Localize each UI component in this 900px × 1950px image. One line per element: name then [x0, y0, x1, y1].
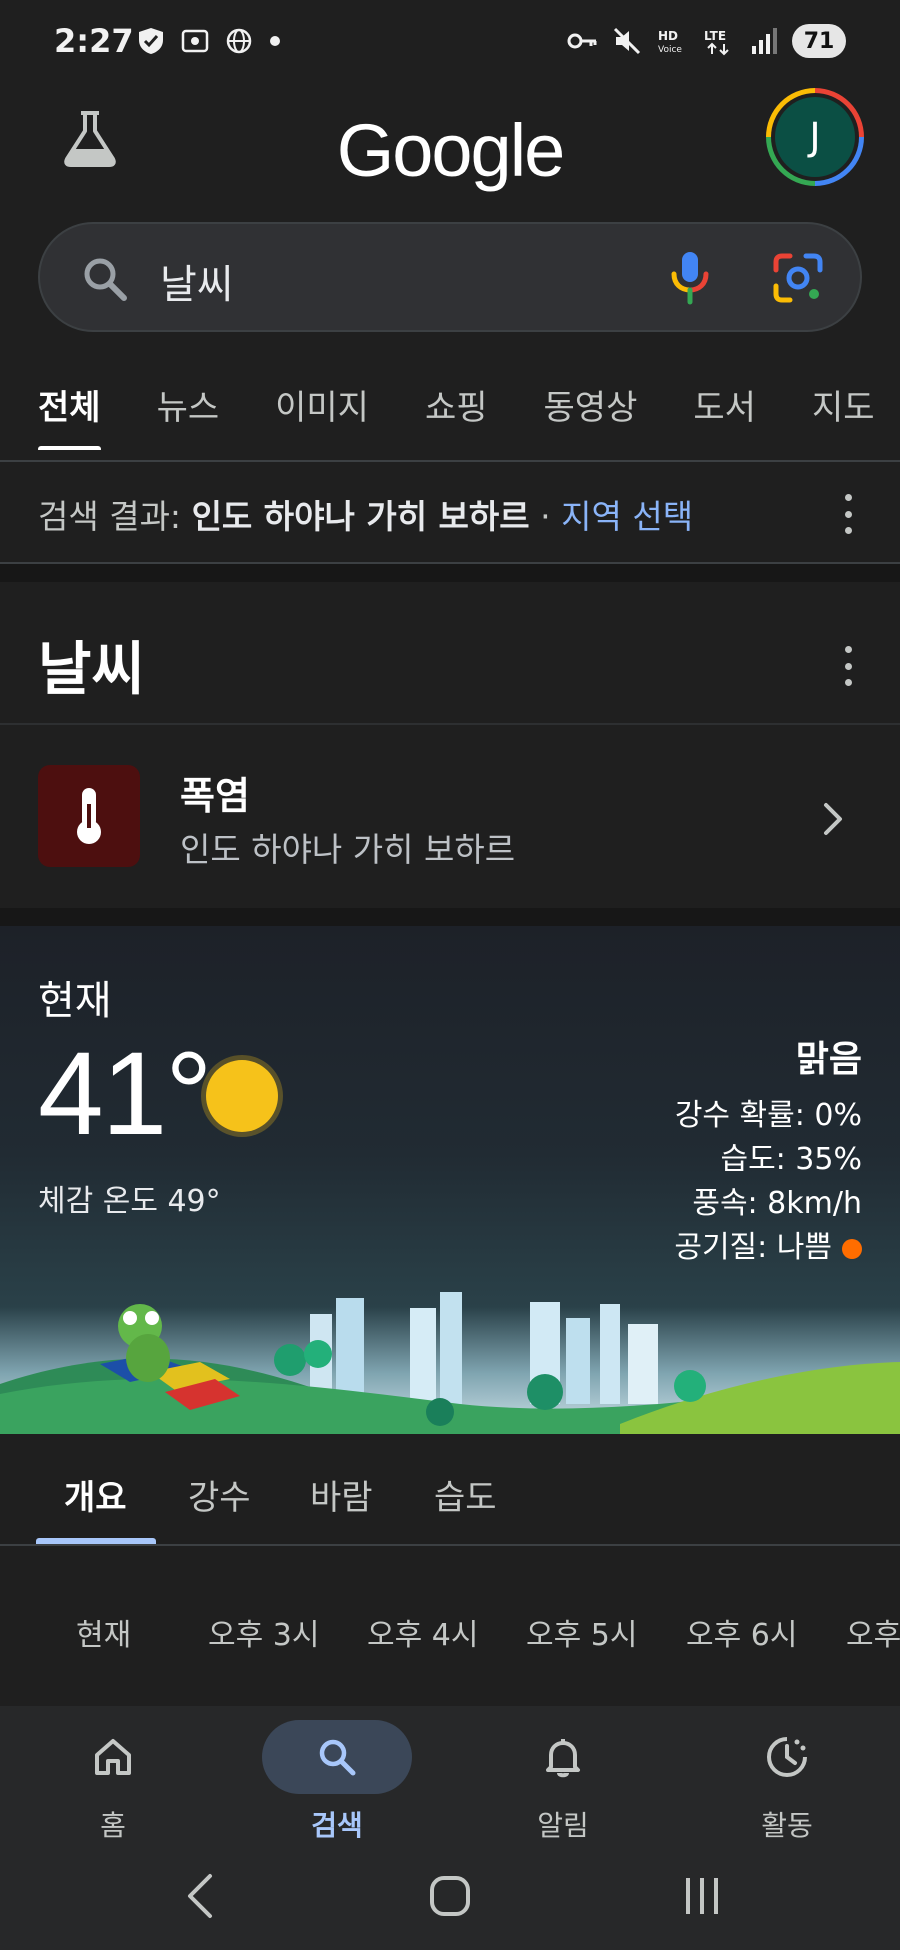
tab-all[interactable]: 전체 [38, 370, 101, 450]
location-separator: · [540, 497, 551, 536]
status-time: 2:27 [54, 22, 134, 60]
hour-label: 오후 4시 [367, 1618, 479, 1653]
nav-search[interactable]: 검색 [262, 1720, 412, 1844]
current-weather-card: 현재 41° 체감 온도 49° 맑음 강수 확률: 0% 습도: 35% 풍속… [0, 926, 900, 1434]
account-avatar-button[interactable]: J [766, 88, 864, 186]
tab-shopping[interactable]: 쇼핑 [425, 370, 488, 450]
nav-home-label: 홈 [100, 1809, 126, 1842]
search-input[interactable]: 날씨 [160, 252, 234, 310]
weather-detail-tabs: 개요 강수 바람 습도 [0, 1434, 900, 1546]
tab-maps[interactable]: 지도 [812, 370, 875, 450]
thermometer-icon [38, 765, 140, 867]
svg-text:Voice: Voice [658, 45, 682, 55]
home-nav-icon[interactable] [428, 1870, 472, 1922]
nav-search-label: 검색 [311, 1809, 363, 1842]
nav-home-pill [38, 1720, 188, 1794]
hour-label: 오후 5시 [526, 1618, 638, 1653]
precipitation-chance: 강수 확률: 0% [674, 1098, 862, 1133]
weather-more-icon[interactable] [843, 646, 853, 686]
svg-text:HD: HD [658, 29, 678, 43]
result-location-row: 검색 결과: 인도 하야나 가히 보하르 · 지역 선택 [0, 462, 900, 562]
lte-icon: LTE [704, 29, 729, 56]
status-bar: 2:27 HD Voice LTE 71 [0, 0, 900, 86]
tab-images[interactable]: 이미지 [275, 370, 369, 450]
screenshot-icon [181, 29, 209, 53]
now-label: 현재 [38, 978, 112, 1024]
air-quality-row: 공기질: 나쁨 [674, 1226, 862, 1270]
battery-indicator: 71 [792, 24, 846, 58]
tab-videos[interactable]: 동영상 [544, 370, 638, 450]
chevron-right-icon [824, 803, 842, 835]
hourly-strip: 현재 오후 3시 오후 4시 오후 5시 오후 6시 오후 [0, 1546, 900, 1706]
hd-voice-icon: HD Voice [658, 29, 682, 55]
tab-books[interactable]: 도서 [693, 370, 756, 450]
status-left-icons [136, 26, 282, 56]
hour-label: 오후 3시 [208, 1618, 320, 1653]
svg-text:LTE: LTE [704, 29, 726, 43]
nav-notifications-label: 알림 [537, 1809, 589, 1842]
back-icon[interactable] [180, 1870, 220, 1922]
nav-search-pill [262, 1720, 412, 1794]
search-tabs: 전체 뉴스 이미지 쇼핑 동영상 도서 지도 [0, 370, 900, 450]
google-lens-icon[interactable] [770, 250, 826, 306]
air-quality: 공기질: 나쁨 [674, 1230, 832, 1265]
key-icon [567, 33, 597, 49]
google-logo: Google [336, 109, 566, 192]
avatar: J [775, 97, 855, 177]
result-location-text: 검색 결과: 인도 하야나 가히 보하르 · 지역 선택 [38, 490, 693, 538]
avatar-ring-inner: J [771, 93, 859, 181]
sunny-icon [206, 1060, 278, 1132]
shield-check-icon [139, 28, 163, 54]
system-navigation [0, 1842, 900, 1950]
nav-activity-pill [712, 1720, 862, 1794]
activity-icon [767, 1737, 807, 1777]
mic-icon[interactable] [668, 250, 712, 306]
nav-home[interactable]: 홈 [38, 1720, 188, 1844]
location-more-icon[interactable] [843, 494, 853, 534]
hour-label: 현재 [76, 1618, 132, 1653]
hour-label: 오후 6시 [686, 1618, 798, 1653]
tab-news[interactable]: 뉴스 [157, 370, 220, 450]
air-quality-dot [842, 1238, 862, 1259]
location-prefix: 검색 결과: [38, 497, 182, 536]
nav-activity[interactable]: 활동 [712, 1720, 862, 1844]
section-separator-2 [0, 908, 900, 926]
bell-icon [546, 1739, 580, 1778]
header: Google J [0, 86, 900, 216]
dot-icon [270, 36, 280, 46]
search-icon [319, 1739, 356, 1776]
tab-humidity[interactable]: 습도 [434, 1470, 497, 1519]
search-icon [84, 258, 127, 301]
globe-icon [226, 28, 252, 54]
section-separator [0, 562, 900, 582]
tab-overview[interactable]: 개요 [64, 1470, 127, 1519]
alert-title: 폭염 [180, 774, 250, 818]
tab-precipitation[interactable]: 강수 [188, 1470, 251, 1519]
search-box[interactable]: 날씨 [38, 222, 862, 332]
wind-speed: 풍속: 8km/h [692, 1186, 862, 1221]
choose-region-link[interactable]: 지역 선택 [561, 497, 693, 536]
signal-icon [752, 28, 777, 54]
status-right-icons: HD Voice LTE 71 [566, 24, 846, 58]
alert-location: 인도 하야나 가히 보하르 [180, 830, 516, 869]
humidity: 습도: 35% [720, 1142, 862, 1177]
home-icon [95, 1739, 131, 1775]
tab-wind[interactable]: 바람 [310, 1470, 373, 1519]
active-tab-indicator [36, 1538, 156, 1544]
recents-icon[interactable] [680, 1870, 724, 1922]
weather-details: 맑음 강수 확률: 0% 습도: 35% 풍속: 8km/h 공기질: 나쁨 [674, 1030, 862, 1270]
nav-notifications[interactable]: 알림 [488, 1720, 638, 1844]
hour-label: 오후 [846, 1618, 900, 1653]
feels-like: 체감 온도 49° [38, 1184, 221, 1219]
weather-illustration [0, 1292, 900, 1434]
location-place: 인도 하야나 가히 보하르 [191, 497, 530, 536]
heat-alert-row[interactable]: 폭염 인도 하야나 가히 보하르 [0, 725, 900, 905]
mute-icon [613, 27, 641, 55]
weather-title: 날씨 [38, 635, 145, 703]
nav-notifications-pill [488, 1720, 638, 1794]
weather-condition: 맑음 [795, 1039, 862, 1080]
bottom-navigation: 홈 검색 알림 활동 [0, 1706, 900, 1842]
nav-activity-label: 활동 [761, 1809, 813, 1842]
current-temperature: 41° [38, 1028, 212, 1160]
